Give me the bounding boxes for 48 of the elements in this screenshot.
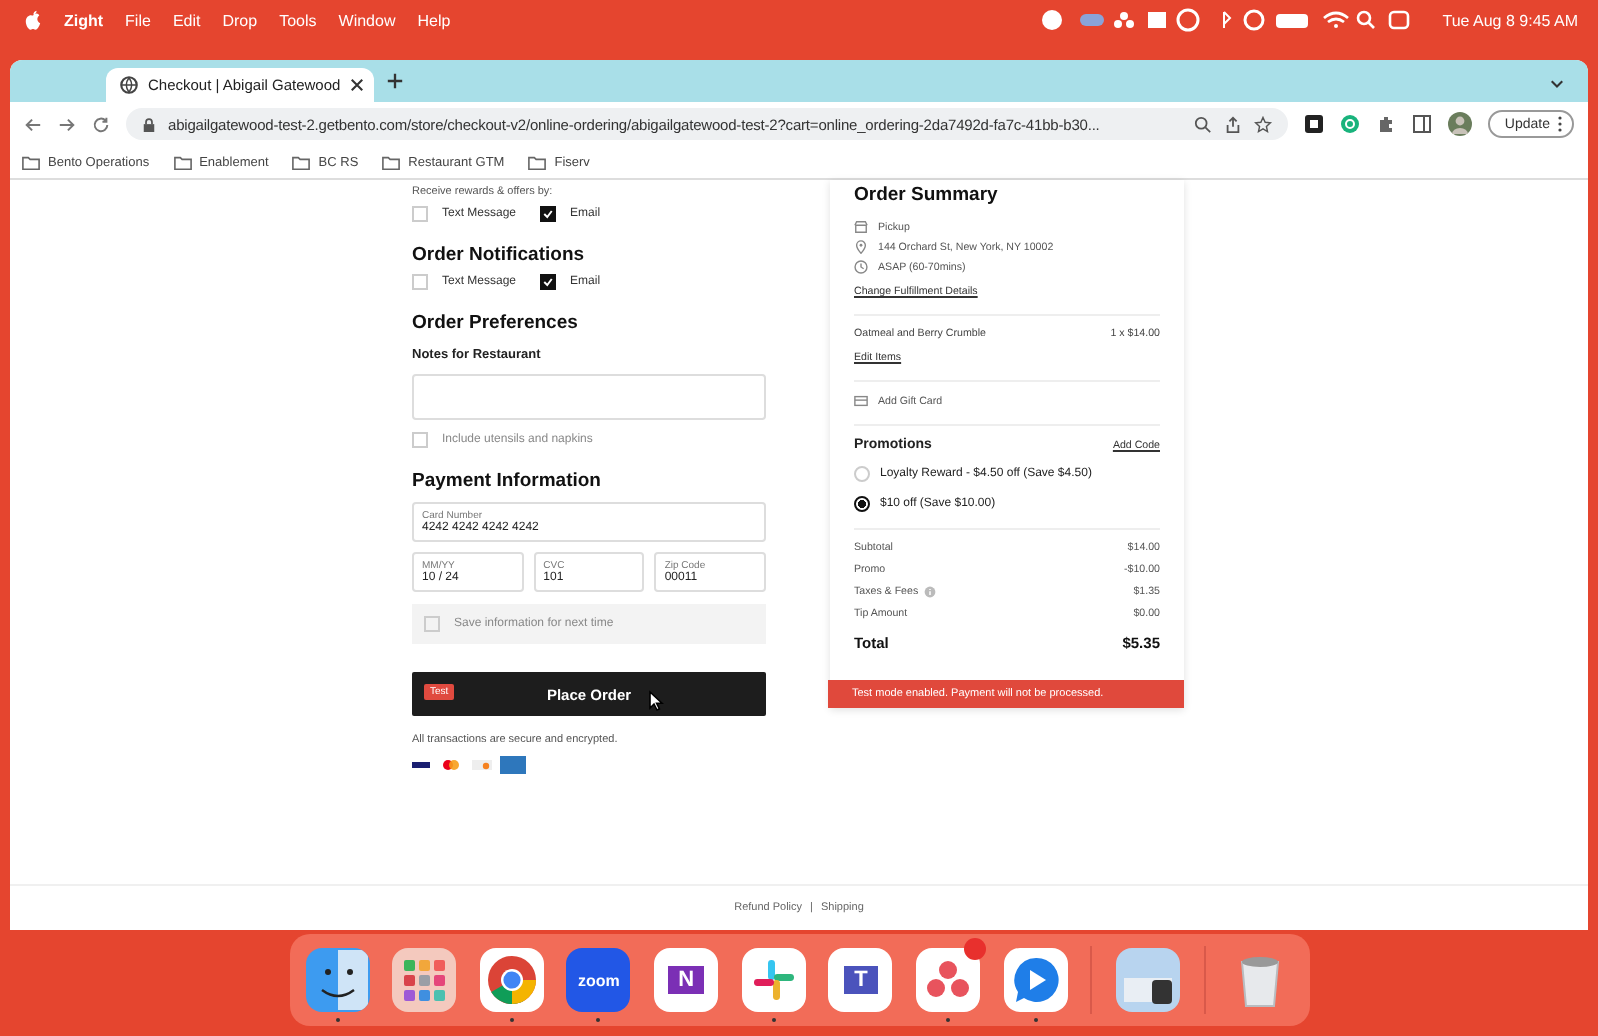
back-icon[interactable] bbox=[24, 115, 42, 133]
dock-app-icon[interactable] bbox=[305, 948, 369, 1012]
dock-app-icon[interactable]: T bbox=[828, 948, 893, 1012]
folder-icon bbox=[528, 153, 547, 171]
clock-icon bbox=[854, 260, 868, 274]
menu-item[interactable]: Help bbox=[417, 11, 451, 29]
apple-icon[interactable] bbox=[24, 9, 42, 31]
section-heading: Order Notifications bbox=[412, 244, 587, 266]
star-icon[interactable] bbox=[1254, 115, 1273, 133]
menu-item[interactable]: Drop bbox=[222, 11, 258, 29]
location-pin-icon bbox=[854, 240, 868, 254]
menu-item[interactable]: Edit bbox=[172, 11, 201, 29]
side-panel-icon[interactable] bbox=[1412, 114, 1433, 134]
menu-item[interactable]: File bbox=[125, 11, 151, 29]
folder-icon bbox=[22, 153, 40, 171]
new-tab-icon[interactable] bbox=[386, 72, 404, 90]
cursor-icon bbox=[648, 690, 664, 712]
menu-clock: Tue Aug 8 9:45 AM bbox=[1442, 11, 1578, 29]
avatar-icon[interactable] bbox=[1448, 112, 1473, 136]
dock-app-icon[interactable] bbox=[1116, 948, 1181, 1012]
section-heading: Payment Information bbox=[412, 470, 603, 492]
lock-icon bbox=[142, 117, 156, 131]
share-icon[interactable] bbox=[1224, 115, 1243, 133]
card-logos-icon bbox=[412, 756, 528, 774]
chevron-down-icon[interactable] bbox=[1550, 76, 1564, 90]
checkbox[interactable] bbox=[540, 206, 557, 222]
reload-icon[interactable] bbox=[92, 115, 110, 133]
notes-field[interactable] bbox=[412, 374, 766, 420]
close-icon[interactable] bbox=[350, 78, 365, 92]
app-menu[interactable]: Zight bbox=[64, 11, 104, 29]
summary-title: Order Summary bbox=[854, 184, 1000, 206]
dock-app-icon[interactable]: zoom bbox=[566, 948, 631, 1012]
menu-item[interactable]: Window bbox=[338, 11, 396, 29]
puzzle-icon[interactable] bbox=[1376, 114, 1397, 134]
dock-app-icon[interactable]: N bbox=[654, 948, 719, 1012]
menu-item[interactable]: Tools bbox=[279, 11, 317, 29]
section-heading: Order Preferences bbox=[412, 312, 580, 334]
forward-icon[interactable] bbox=[58, 115, 76, 133]
globe-icon bbox=[120, 76, 138, 94]
radio-button[interactable] bbox=[854, 496, 870, 512]
zoom-icon[interactable] bbox=[1194, 115, 1213, 133]
folder-icon bbox=[292, 153, 311, 171]
folder-icon bbox=[173, 153, 192, 171]
extension-icon[interactable] bbox=[1304, 114, 1325, 134]
folder-icon bbox=[382, 153, 401, 171]
gift-card-icon bbox=[854, 394, 868, 408]
store-icon bbox=[854, 220, 868, 234]
checkbox[interactable] bbox=[540, 274, 557, 290]
